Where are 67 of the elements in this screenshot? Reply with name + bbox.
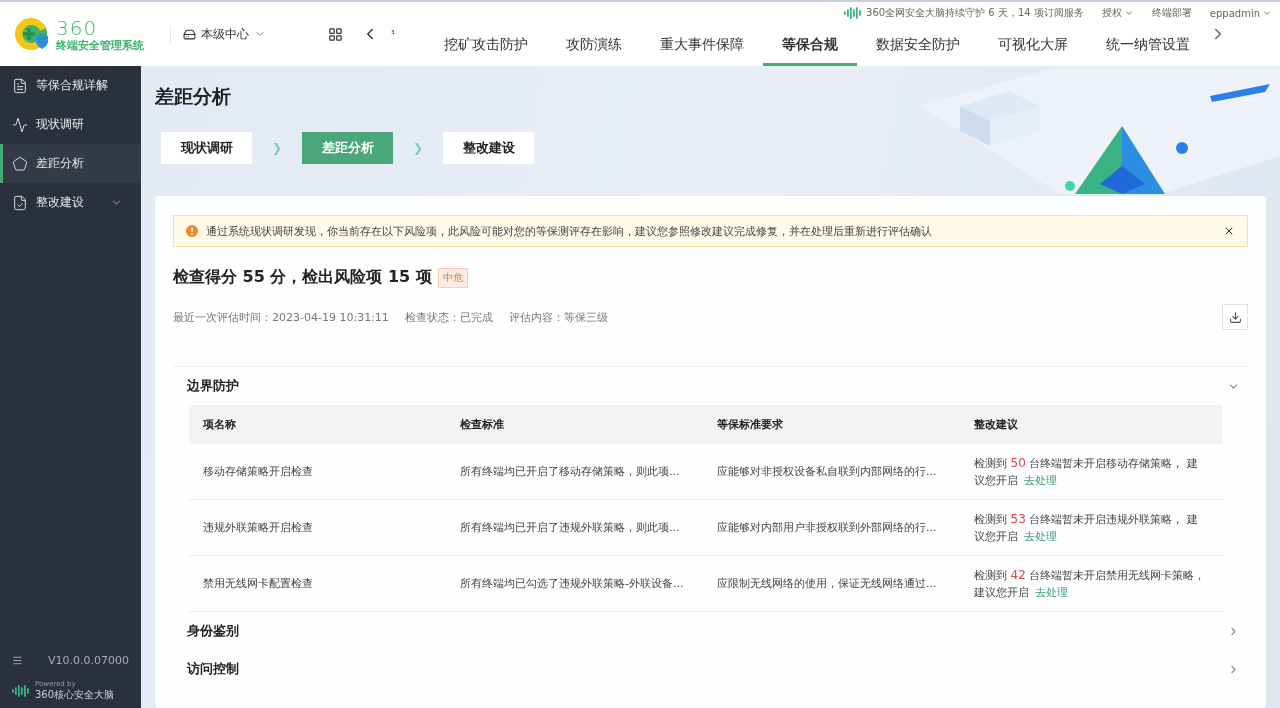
version-label: V10.0.0.07000 (48, 654, 129, 668)
meta-text: 评估内容：等保三级 (508, 309, 608, 325)
table-cell-text: 应能够对内部用户非授权联到外部网络的行... (716, 519, 938, 536)
advice-cell-text: 检测到 53 台终端暂未开启违规外联策略， 建议您开启 去处理 (973, 510, 1199, 546)
logo-icon (14, 16, 50, 52)
column-header: 检查标准 (459, 416, 505, 433)
close-icon (1223, 225, 1235, 237)
download-button[interactable] (1222, 304, 1248, 330)
nav-tab[interactable]: 挖矿攻击防护 (424, 26, 547, 66)
section-header[interactable]: 边界防护 (173, 367, 1248, 405)
brain-wave-icon (12, 683, 30, 698)
protection-status: 360全网安全大脑持续守护 6 天，14 项订阅服务 (866, 6, 1084, 20)
nav-tab[interactable]: 可视化大屏 (978, 26, 1087, 66)
document-icon (12, 77, 28, 94)
alert-message: 通过系统现状调研发现，你当前存在以下风险项，此风险可能对您的等保测评存在影响，建议您参照修改建议完成修复，并在处理后重新进行评估确认 (206, 223, 933, 239)
table-cell-text: 所有终端均已开启了违规外联策略，则此项... (459, 519, 681, 536)
sidebar-item[interactable]: 差距分析 (0, 144, 141, 183)
table-cell-text: 违规外联策略开启检查 (202, 519, 314, 536)
sidebar-item[interactable]: 整改建设 (0, 183, 141, 222)
table-cell-text: 应限制无线网络的使用，保证无线网络通过... (716, 575, 938, 592)
table-cell-text: 所有终端均已开启了移动存储策略，则此项... (459, 463, 681, 480)
table-cell-text: 移动存储策略开启检查 (202, 463, 314, 480)
download-icon (1228, 310, 1242, 324)
nav-tab[interactable]: 数据安全防护 (856, 26, 979, 66)
score-heading: 检查得分 55 分，检出风险项 15 项 (173, 267, 432, 288)
logo-subtitle: 终端安全管理系统 (56, 39, 144, 51)
advice-cell-text: 检测到 50 台终端暂未开启移动存储策略， 建议您开启 去处理 (973, 454, 1199, 490)
server-icon (183, 27, 196, 41)
page-title: 差距分析 (155, 84, 232, 109)
chevron-down-icon (1262, 8, 1272, 18)
menu-icon[interactable] (12, 655, 23, 667)
meta-text: 检查状态：已完成 (404, 309, 493, 325)
step-arrow: ❯ (413, 141, 424, 155)
close-button[interactable] (1223, 225, 1235, 237)
pentagon-icon (12, 155, 28, 172)
table-cell-text: 所有终端均已勾选了违规外联策略-外联设备... (459, 575, 685, 592)
step-tab[interactable]: 现状调研 (161, 132, 252, 164)
column-header: 项名称 (202, 416, 237, 433)
column-header: 整改建议 (973, 416, 1019, 433)
risk-level-tag: 中危 (437, 267, 468, 288)
step-arrow: ❯ (272, 141, 283, 155)
document-check-icon (12, 194, 28, 211)
table-cell-text: 禁用无线网卡配置检查 (202, 575, 314, 592)
logo-brand: 360 (56, 17, 99, 38)
sidebar-item[interactable]: 等保合规详解 (0, 66, 141, 105)
section-header[interactable]: 访问控制 (173, 650, 1248, 688)
chevron-down-icon (1123, 8, 1134, 18)
nav-tab[interactable]: 攻防演练 (546, 26, 641, 66)
warning-icon (186, 225, 198, 237)
section-header[interactable]: 身份鉴别 (173, 612, 1248, 650)
center-select[interactable]: 本级中心 (170, 25, 278, 43)
table-cell-text: 应能够对非授权设备私自联到内部网络的行... (716, 463, 938, 480)
brain-wave-icon (844, 6, 863, 20)
advice-cell-text: 检测到 42 台终端暂未开启禁用无线网卡策略，建议您开启 去处理 (973, 566, 1207, 602)
top-link[interactable]: 授权 (1101, 6, 1134, 20)
nav-tab[interactable]: 重大事件保障 (640, 26, 763, 66)
meta-text: 最近一次评估时间：2023-04-19 10:31:11 (173, 309, 389, 325)
powered-brand: 360核心安全大脑 (35, 689, 115, 700)
sidebar-item[interactable]: 现状调研 (0, 105, 141, 144)
top-link[interactable]: 终端部署 (1151, 6, 1192, 20)
nav-mark: ³ (391, 29, 395, 39)
apps-grid-icon[interactable] (328, 26, 343, 42)
nav-tab[interactable]: 统一纳管设置 (1086, 26, 1209, 66)
top-link[interactable]: eppadmin (1209, 7, 1272, 19)
step-tab[interactable]: 整改建设 (443, 132, 535, 164)
pulse-icon (12, 116, 28, 133)
column-header: 等保标准要求 (716, 416, 784, 433)
